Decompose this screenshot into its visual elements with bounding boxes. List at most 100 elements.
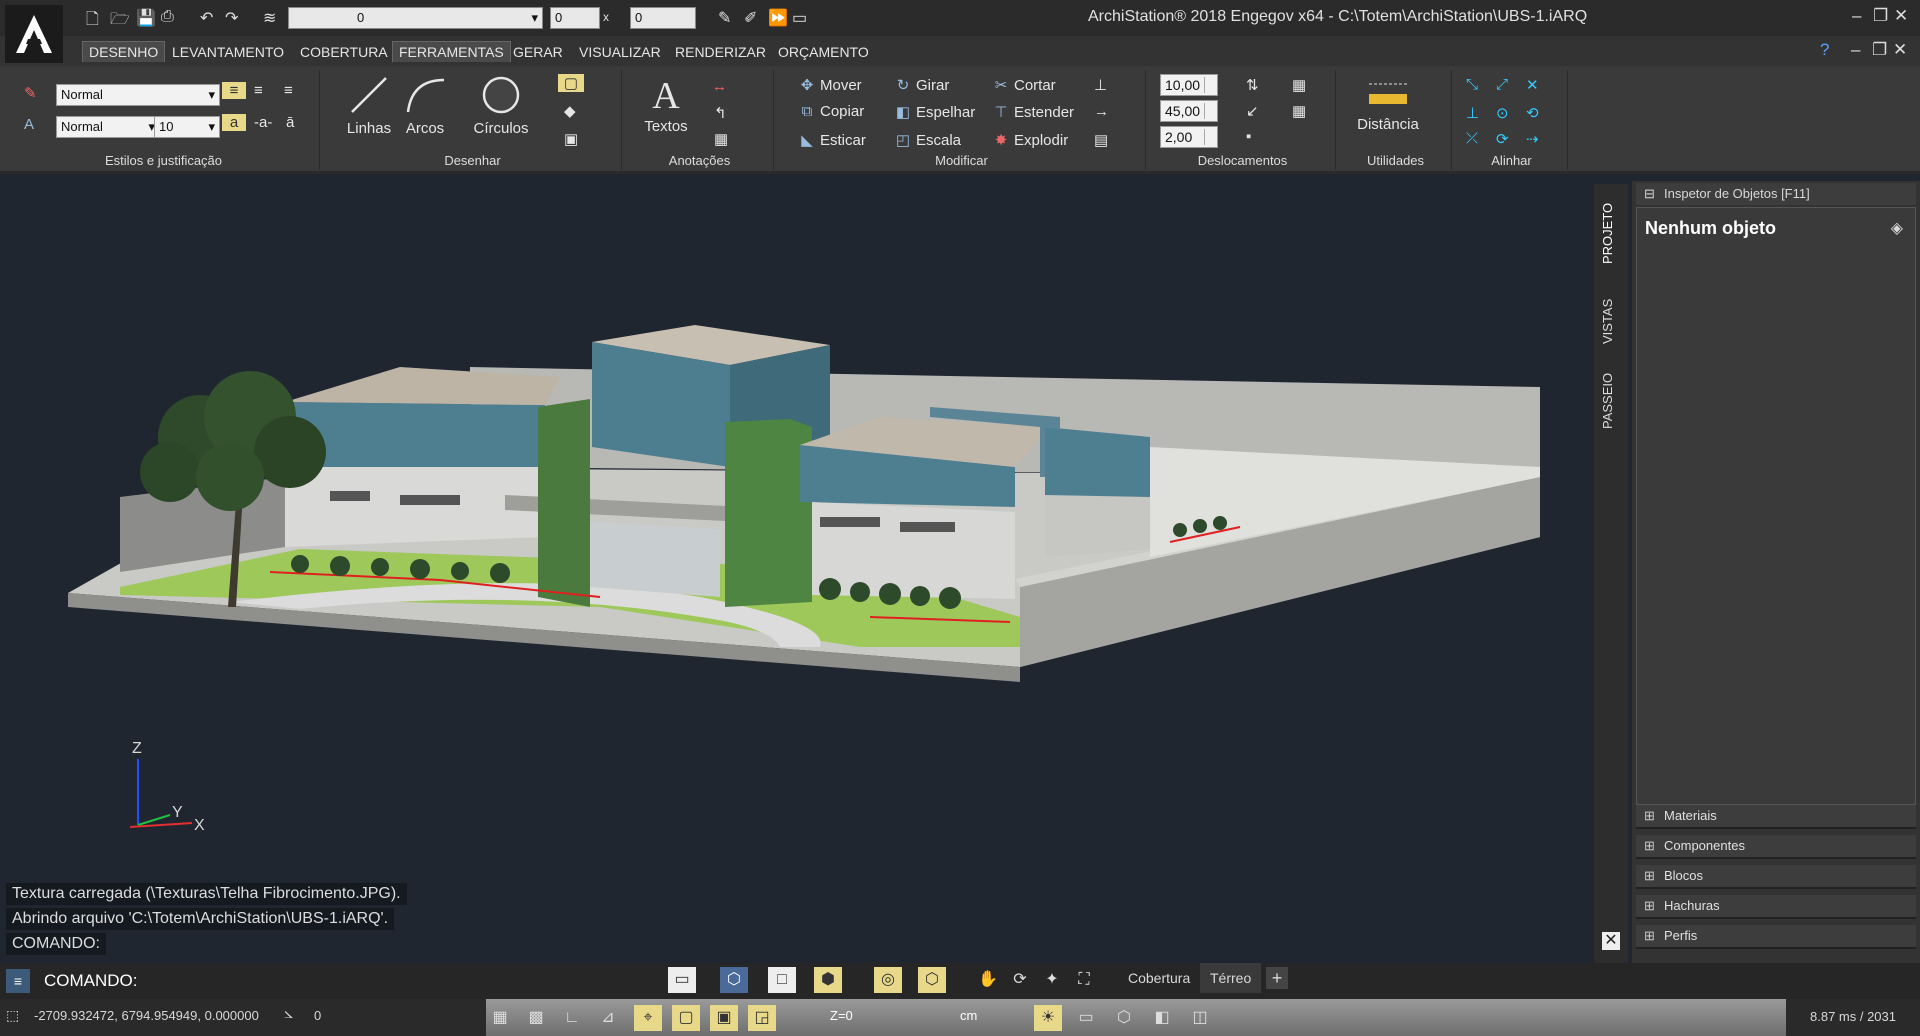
polar-icon[interactable]: ⊿ (594, 1005, 622, 1031)
print-icon[interactable]: ⎙ (161, 8, 174, 26)
align-9-icon[interactable]: ⇢ (1526, 130, 1539, 148)
tab-visualizar[interactable]: VISUALIZAR (579, 44, 661, 60)
style-select-1[interactable]: Normal ▾ (56, 84, 220, 106)
osnap-icon[interactable]: ⌖ (634, 1005, 662, 1031)
render-icon[interactable]: ⬡ (1110, 1005, 1138, 1031)
valign-middle-icon[interactable]: -a- (254, 114, 272, 131)
command-history-icon[interactable]: ≡ (6, 969, 30, 993)
estender-button[interactable]: ⊤ Estender (992, 103, 1074, 121)
align-2-icon[interactable]: ⤢ (1496, 76, 1508, 93)
small-offset-icon[interactable]: ▪ (1246, 128, 1251, 145)
select-icon[interactable]: ⬚ (6, 1007, 19, 1024)
help-icon[interactable]: ? (1820, 40, 1829, 60)
cube-view-icon[interactable]: ⬡ (918, 967, 946, 993)
side-tab-vistas[interactable]: VISTAS (1600, 299, 1615, 344)
section-materiais[interactable]: Materiais (1636, 805, 1916, 829)
ortho-icon[interactable]: ∟ (558, 1005, 586, 1031)
minimize-icon[interactable]: – (1852, 6, 1861, 26)
align-3-icon[interactable]: ✕ (1526, 76, 1539, 94)
orbit-icon[interactable]: ◎ (874, 967, 902, 993)
offset-value-2[interactable]: 45,00 (1160, 100, 1218, 122)
doc-restore-icon[interactable]: ❐ (1872, 40, 1887, 60)
app-logo[interactable] (5, 5, 63, 63)
undo-icon[interactable]: ↶ (200, 8, 213, 28)
textos-button[interactable]: A Textos (636, 74, 696, 135)
grid-icon[interactable]: ▩ (522, 1005, 550, 1031)
offset-value-1[interactable]: 10,00 (1160, 74, 1218, 96)
section-componentes[interactable]: Componentes (1636, 835, 1916, 859)
offset-value-3[interactable]: 2,00 (1160, 126, 1218, 148)
align-left-icon[interactable]: ≡ (222, 82, 246, 99)
escala-button[interactable]: ◰ Escala (894, 131, 961, 149)
zoom-extents-icon[interactable]: ⛶ (1070, 967, 1098, 993)
rectangle-icon[interactable]: ▢ (558, 74, 584, 92)
esticar-button[interactable]: ◣ Esticar (798, 131, 866, 149)
perpendicular-icon[interactable]: ⊥ (1466, 104, 1479, 122)
tab-cobertura-level[interactable]: Cobertura (1120, 963, 1198, 999)
layers-icon[interactable]: ≋ (263, 8, 276, 28)
girar-button[interactable]: ↻ Girar (894, 76, 950, 94)
align-right-icon[interactable]: ≡ (284, 82, 293, 99)
tab-renderizar[interactable]: RENDERIZAR (675, 44, 766, 60)
new-file-icon[interactable]: 🗋 (86, 8, 99, 35)
inspector-header[interactable]: ⊟ Inspetor de Objetos [F11] (1636, 183, 1916, 205)
open-file-icon[interactable]: 🗁 (110, 8, 130, 35)
style-pen-icon[interactable]: ✎ (24, 84, 37, 102)
offset-icon[interactable]: → (1094, 103, 1109, 120)
lineweight-icon[interactable]: ◲ (748, 1005, 776, 1031)
sun-icon[interactable]: ☀ (1034, 1005, 1062, 1031)
window-view-icon[interactable]: ▭ (1072, 1005, 1100, 1031)
cortar-button[interactable]: ✂ Cortar (992, 76, 1056, 94)
linhas-button[interactable]: Linhas (344, 74, 394, 137)
snap-grid-icon[interactable]: ▦ (486, 1005, 514, 1031)
zoom-point-icon[interactable]: ✦ (1038, 967, 1066, 993)
side-tab-projeto[interactable]: PROJETO (1600, 203, 1615, 264)
fast-forward-icon[interactable]: ⏩ (768, 8, 788, 28)
shaded-icon[interactable]: ⬢ (814, 967, 842, 993)
doc-minimize-icon[interactable]: – (1851, 40, 1860, 60)
style-select-2[interactable]: Normal ▾ (56, 116, 160, 138)
pin-icon[interactable]: ◈ (1891, 218, 1903, 238)
image-icon[interactable]: ▣ (564, 130, 578, 148)
otrack-icon[interactable]: ▢ (672, 1005, 700, 1031)
3d-viewport[interactable]: Z Y X (0, 177, 1594, 961)
table-icon[interactable]: ▦ (714, 130, 728, 148)
save-icon[interactable]: 💾 (136, 8, 156, 28)
dyn-icon[interactable]: ▣ (710, 1005, 738, 1031)
redo-icon[interactable]: ↷ (225, 8, 238, 28)
window-icon[interactable]: ▭ (792, 8, 807, 28)
restore-icon[interactable]: ❐ (1873, 6, 1888, 26)
espelhar-button[interactable]: ◧ Espelhar (894, 103, 975, 121)
valign-bottom-icon[interactable]: a (222, 114, 246, 131)
tab-gerar[interactable]: GERAR (513, 44, 563, 60)
tab-cobertura[interactable]: COBERTURA (300, 44, 388, 60)
doc-close-icon[interactable]: ✕ (1893, 40, 1907, 60)
tab-levantamento[interactable]: LEVANTAMENTO (172, 44, 284, 60)
field-a-input[interactable]: 0 (550, 7, 600, 29)
tab-orcamento[interactable]: ORÇAMENTO (778, 44, 869, 60)
text-style-icon[interactable]: A (24, 116, 34, 133)
font-size-select[interactable]: 10 ▾ (154, 116, 220, 138)
leader-icon[interactable]: ↰ (714, 104, 727, 122)
align-center-icon[interactable]: ≡ (254, 82, 263, 99)
view-2d-icon[interactable]: ▭ (668, 967, 696, 993)
align-8-icon[interactable]: ⟳ (1496, 130, 1509, 148)
pan-hand-icon[interactable]: ✋ (974, 967, 1002, 993)
dimension-icon[interactable]: ↔ (712, 78, 727, 95)
copiar-button[interactable]: ⧉ Copiar (798, 103, 865, 120)
grid-offset-2-icon[interactable]: ▦ (1292, 102, 1306, 120)
section-hachuras[interactable]: Hachuras (1636, 895, 1916, 919)
center-icon[interactable]: ⊙ (1496, 104, 1509, 122)
field-b-input[interactable]: 0 (630, 7, 696, 29)
circulos-button[interactable]: Círculos (466, 74, 536, 137)
tab-terreo-level[interactable]: Térreo (1200, 963, 1262, 993)
units-value[interactable]: cm (960, 1008, 977, 1023)
split-view-icon[interactable]: ◫ (1186, 1005, 1214, 1031)
brush-icon[interactable]: ✐ (744, 8, 757, 28)
angle-offset-icon[interactable]: ↙ (1246, 102, 1259, 120)
explodir-button[interactable]: ✸ Explodir (992, 131, 1069, 149)
tab-ferramentas[interactable]: FERRAMENTAS (392, 41, 511, 62)
side-tab-passeio[interactable]: PASSEIO (1600, 373, 1615, 429)
valign-top-icon[interactable]: ā (286, 114, 294, 131)
add-level-icon[interactable]: + (1266, 967, 1288, 989)
